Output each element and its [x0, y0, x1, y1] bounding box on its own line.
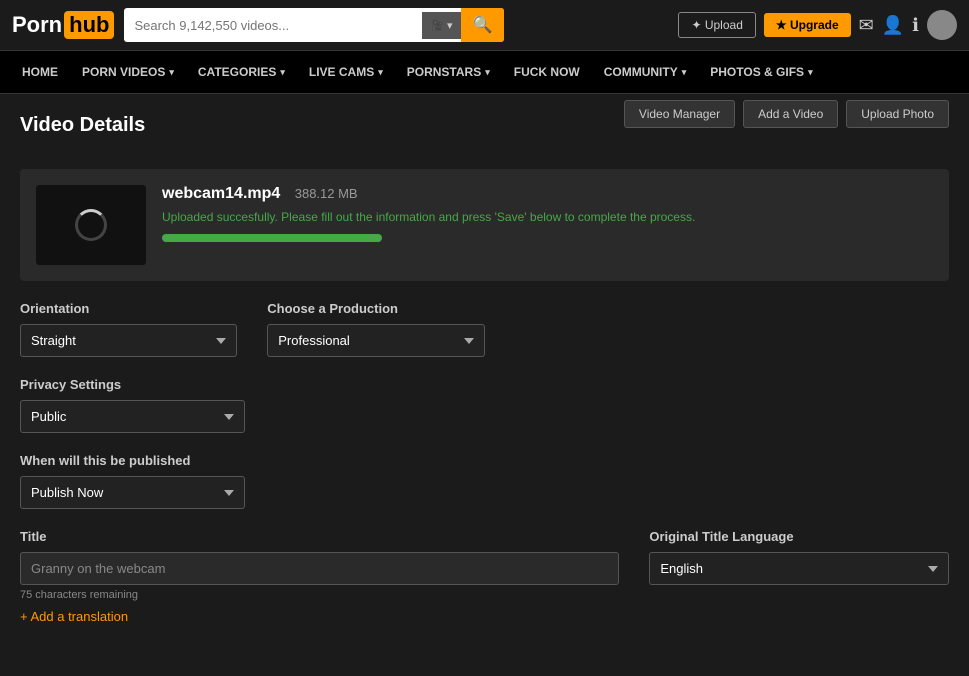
language-group: Original Title Language English Spanish … [649, 529, 949, 626]
add-translation-link[interactable]: + Add a translation [20, 609, 128, 624]
nav-fuck-now[interactable]: FUCK NOW [502, 51, 592, 93]
publish-label: When will this be published [20, 453, 245, 468]
loading-spinner [75, 209, 107, 241]
char-count: 75 characters remaining [20, 589, 619, 601]
orientation-select[interactable]: Straight Gay Transgender [20, 324, 237, 357]
title-input[interactable] [20, 552, 619, 585]
pornstars-caret: ▾ [485, 67, 490, 78]
publish-group: When will this be published Publish Now … [20, 453, 245, 509]
video-thumbnail [36, 185, 146, 265]
form-row-4: Title 75 characters remaining + Add a tr… [20, 529, 949, 626]
nav-live-cams[interactable]: LIVE CAMS▾ [297, 51, 395, 93]
avatar[interactable] [927, 10, 957, 40]
upload-photo-button[interactable]: Upload Photo [846, 100, 949, 128]
upload-button[interactable]: ✦ Upload [678, 12, 755, 38]
nav-home[interactable]: HOME [10, 51, 70, 93]
privacy-label: Privacy Settings [20, 377, 245, 392]
video-filename: webcam14.mp4 [162, 185, 280, 202]
upgrade-button[interactable]: ★ Upgrade [764, 13, 851, 37]
nav-porn-videos[interactable]: PORN VIDEOS▾ [70, 51, 186, 93]
camera-caret: ▾ [447, 19, 453, 32]
production-label: Choose a Production [267, 301, 484, 316]
search-button[interactable]: 🔍 [461, 8, 505, 42]
nav-pornstars[interactable]: PORNSTARS▾ [395, 51, 502, 93]
video-size: 388.12 MB [295, 186, 358, 201]
search-icon: 🔍 [473, 17, 493, 34]
video-panel: webcam14.mp4 388.12 MB Uploaded succesfu… [20, 169, 949, 281]
progress-bar-fill [162, 234, 382, 242]
main-content: Video Details Video Manager Add a Video … [0, 94, 969, 676]
nav-photos-gifs[interactable]: PHOTOS & GIFS▾ [698, 51, 824, 93]
publish-select[interactable]: Publish Now Schedule [20, 476, 245, 509]
page-title: Video Details [20, 114, 145, 137]
logo[interactable]: Pornhub [12, 11, 114, 39]
community-caret: ▾ [682, 67, 687, 78]
header-actions: ✦ Upload ★ Upgrade ✉ 👤 ℹ [678, 10, 957, 40]
nav-categories[interactable]: CATEGORIES▾ [186, 51, 297, 93]
logo-hub: hub [64, 11, 114, 39]
porn-videos-caret: ▾ [169, 67, 174, 78]
language-select[interactable]: English Spanish French German Japanese [649, 552, 949, 585]
upload-success-message: Uploaded succesfully. Please fill out th… [162, 209, 933, 226]
top-actions: Video Manager Add a Video Upload Photo [624, 100, 949, 128]
categories-caret: ▾ [280, 67, 285, 78]
camera-icon: 🎥 [430, 19, 444, 32]
language-label: Original Title Language [649, 529, 949, 544]
form-section: Orientation Straight Gay Transgender Cho… [20, 301, 949, 656]
privacy-select[interactable]: Public Private Unlisted [20, 400, 245, 433]
production-group: Choose a Production Professional Amateur… [267, 301, 484, 357]
form-row-2: Privacy Settings Public Private Unlisted [20, 377, 949, 433]
users-icon[interactable]: 👤 [882, 15, 904, 36]
privacy-group: Privacy Settings Public Private Unlisted [20, 377, 245, 433]
info-icon[interactable]: ℹ [912, 15, 919, 36]
video-manager-button[interactable]: Video Manager [624, 100, 735, 128]
form-row-1: Orientation Straight Gay Transgender Cho… [20, 301, 949, 357]
video-info: webcam14.mp4 388.12 MB Uploaded succesfu… [162, 185, 933, 242]
camera-search-button[interactable]: 🎥 ▾ [422, 12, 460, 39]
title-label: Title [20, 529, 619, 544]
messages-icon[interactable]: ✉ [859, 15, 874, 36]
orientation-label: Orientation [20, 301, 237, 316]
production-select[interactable]: Professional Amateur Studio [267, 324, 484, 357]
photos-gifs-caret: ▾ [808, 67, 813, 78]
add-video-button[interactable]: Add a Video [743, 100, 838, 128]
orientation-group: Orientation Straight Gay Transgender [20, 301, 237, 357]
form-row-3: When will this be published Publish Now … [20, 453, 949, 509]
header: Pornhub 🎥 ▾ 🔍 ✦ Upload ★ Upgrade ✉ 👤 ℹ [0, 0, 969, 51]
progress-bar-background [162, 234, 382, 242]
search-bar: 🎥 ▾ 🔍 [124, 8, 504, 42]
nav: HOME PORN VIDEOS▾ CATEGORIES▾ LIVE CAMS▾… [0, 51, 969, 94]
live-cams-caret: ▾ [378, 67, 383, 78]
logo-text: Porn [12, 12, 62, 38]
title-group: Title 75 characters remaining + Add a tr… [20, 529, 619, 626]
search-input[interactable] [124, 11, 422, 40]
nav-community[interactable]: COMMUNITY▾ [592, 51, 699, 93]
